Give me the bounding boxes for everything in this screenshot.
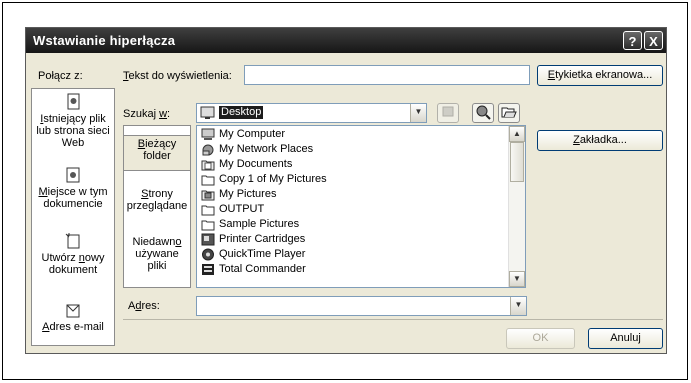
desktop-icon [200, 106, 215, 119]
address-label: Adres: [128, 300, 160, 312]
link-place-label1: Miejsce w tym [38, 186, 108, 198]
folder-icon [201, 220, 215, 231]
dialog-title: Wstawianie hiperłącza [33, 33, 176, 48]
list-item[interactable]: My Documents [201, 156, 292, 172]
display-text-input[interactable] [244, 65, 530, 85]
file-name: Sample Pictures [219, 218, 300, 230]
up-folder-icon [442, 106, 454, 117]
pictures-folder-icon [201, 190, 215, 201]
list-item[interactable]: My Network Places [201, 141, 313, 157]
file-name: Total Commander [219, 263, 306, 275]
link-place-in-document[interactable]: Miejsce w tym dokumencie [32, 166, 114, 216]
computer-icon [201, 128, 215, 140]
cancel-button[interactable]: Anuluj [588, 328, 663, 349]
ok-button[interactable]: OK [506, 328, 575, 349]
chevron-down-icon[interactable]: ▼ [510, 297, 526, 315]
file-name: My Documents [219, 158, 293, 170]
insert-hyperlink-dialog: Wstawianie hiperłącza ? X Połącz z: Teks… [25, 27, 667, 354]
file-list: My Computer My Network Places My Documen… [196, 125, 526, 288]
place-current-label2: folder [143, 150, 171, 162]
link-existing-file[interactable]: Istniejący plik lub strona sieci Web [32, 93, 114, 153]
browse-web-button[interactable] [472, 103, 494, 123]
link-to-bar: Istniejący plik lub strona sieci Web Mie… [31, 88, 115, 346]
place-browsed-label1: Strony [141, 188, 173, 200]
file-name: OUTPUT [219, 203, 265, 215]
link-existing-label2: lub strona sieci [36, 125, 110, 137]
place-browsed-pages[interactable]: Strony przeglądane [124, 188, 190, 222]
look-in-value: Desktop [219, 106, 264, 119]
file-name: My Pictures [219, 188, 277, 200]
link-email-label: Adres e-mail [42, 321, 104, 333]
place-recent-label1: Niedawno [132, 236, 182, 248]
place-current-folder[interactable]: Bieżący folder [123, 135, 191, 171]
file-name: QuickTime Player [219, 248, 306, 260]
link-to-label: Połącz z: [38, 70, 83, 82]
chevron-down-icon[interactable]: ▼ [410, 104, 426, 122]
place-in-document-icon [66, 167, 80, 183]
browse-file-button[interactable] [498, 103, 520, 123]
link-new-label1: Utwórz nowy [41, 252, 105, 264]
link-existing-label3: Web [61, 137, 85, 149]
open-folder-icon [501, 107, 517, 118]
up-one-folder-button[interactable] [437, 103, 459, 123]
list-item[interactable]: My Pictures [201, 186, 276, 202]
file-name: Printer Cartridges [219, 233, 306, 245]
list-item[interactable]: QuickTime Player [201, 246, 305, 262]
look-in-dropdown[interactable]: Desktop ▼ [196, 103, 427, 123]
list-item[interactable]: Sample Pictures [201, 216, 299, 232]
screen-tip-button[interactable]: Etykietka ekranowa... [537, 65, 663, 86]
scroll-up-icon[interactable]: ▲ [509, 126, 525, 142]
folder-icon [201, 205, 215, 216]
place-current-label1: Bieżący [137, 138, 177, 150]
look-in-label: Szukaj w: [123, 108, 171, 120]
new-document-icon [65, 233, 80, 249]
link-email-address[interactable]: Adres e-mail [32, 301, 114, 341]
place-recent-files[interactable]: Niedawno używane pliki [124, 236, 190, 282]
link-place-label2: dokumencie [43, 198, 103, 210]
places-bar: Bieżący folder Strony przeglądane Niedaw… [123, 125, 191, 288]
close-button[interactable]: X [644, 31, 663, 50]
link-new-label2: dokument [48, 264, 98, 276]
list-item[interactable]: Printer Cartridges [201, 231, 305, 247]
place-browsed-label2: przeglądane [126, 200, 188, 212]
scroll-thumb[interactable] [510, 142, 524, 182]
shortcut-icon [202, 248, 214, 261]
place-recent-label2: używane [135, 248, 179, 260]
divider [123, 319, 663, 320]
list-item[interactable]: Copy 1 of My Pictures [201, 171, 327, 187]
documents-folder-icon [201, 160, 215, 171]
display-text-label: Tekst do wyświetlenia: [123, 70, 232, 82]
browse-web-icon [476, 105, 491, 120]
place-recent-label3: pliki [147, 260, 167, 272]
folder-icon [201, 175, 215, 186]
file-name: Copy 1 of My Pictures [219, 173, 327, 185]
file-name: My Network Places [219, 143, 314, 155]
bookmark-button[interactable]: Zakładka... [537, 130, 663, 151]
list-item[interactable]: OUTPUT [201, 201, 264, 217]
help-button[interactable]: ? [623, 31, 642, 50]
scroll-down-icon[interactable]: ▼ [509, 271, 525, 287]
shortcut-icon [202, 263, 214, 275]
existing-file-icon [67, 93, 80, 110]
email-icon [66, 304, 80, 318]
title-bar[interactable]: Wstawianie hiperłącza ? X [26, 28, 666, 53]
link-existing-label1: Istniejący plik [40, 113, 106, 125]
address-dropdown[interactable]: ▼ [196, 296, 527, 316]
file-name: My Computer [219, 128, 286, 140]
shortcut-icon [201, 233, 215, 246]
list-item[interactable]: Total Commander [201, 261, 306, 277]
file-list-scrollbar[interactable]: ▲ ▼ [508, 126, 525, 287]
list-item[interactable]: My Computer [201, 126, 285, 142]
link-create-new-document[interactable]: Utwórz nowy dokument [32, 232, 114, 282]
network-icon [202, 144, 214, 156]
